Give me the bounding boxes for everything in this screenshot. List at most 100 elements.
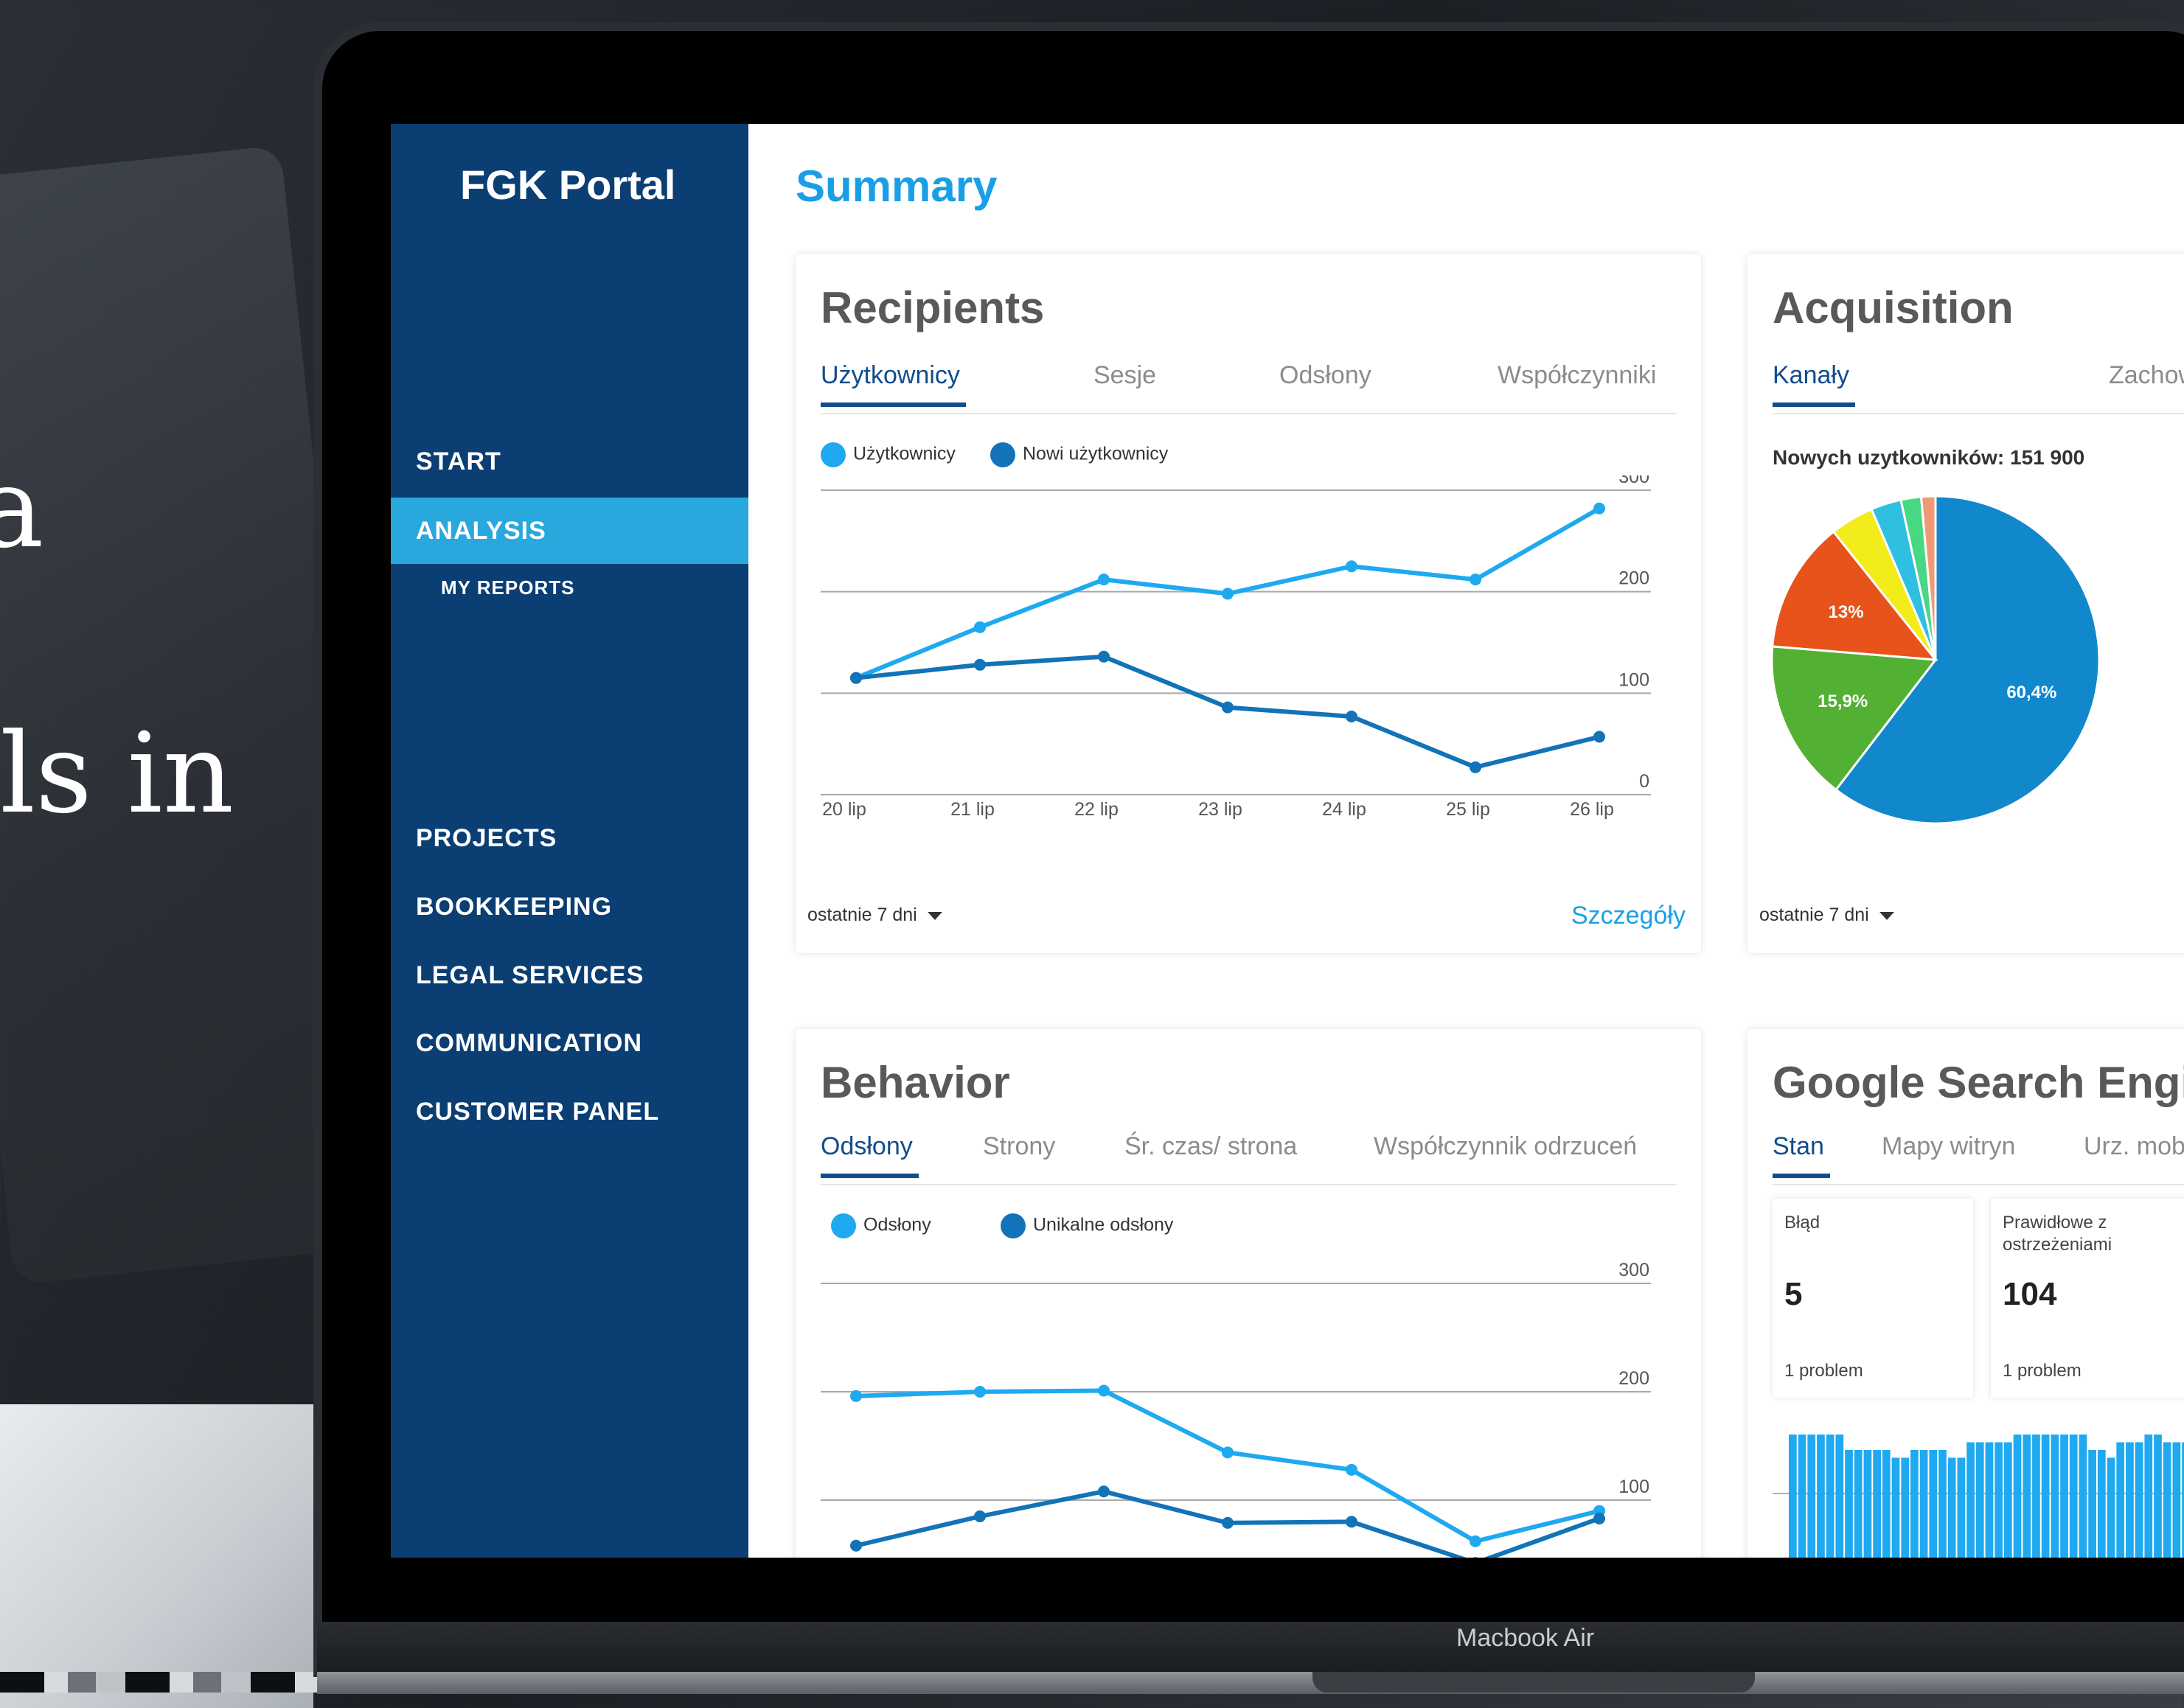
tab-stan[interactable]: Stan xyxy=(1773,1132,1830,1178)
data-point xyxy=(1472,1557,1478,1558)
legend-label: Nowi użytkownicy xyxy=(1023,443,1169,464)
metric-error[interactable]: Błąd 5 1 problem xyxy=(1773,1199,1973,1398)
pie-label: 60,4% xyxy=(2006,683,2056,703)
data-point xyxy=(1346,1516,1357,1528)
laptop-label: Macbook Air xyxy=(1456,1624,1595,1652)
recipients-period-select[interactable]: ostatnie 7 dni xyxy=(807,904,942,926)
bar xyxy=(2135,1442,2143,1558)
x-tick-label: 22 lip xyxy=(1074,799,1119,820)
tab-wspolczynniki[interactable]: Współczynniki xyxy=(1498,361,1656,390)
acquisition-card: Acquisition Kanały Zachow Nowych uzytkow… xyxy=(1747,254,2184,953)
pie-label: 15,9% xyxy=(1818,691,1868,711)
tab-strony[interactable]: Strony xyxy=(983,1132,1055,1161)
recipients-card: Recipients Użytkownicy Sesje Odsłony Wsp… xyxy=(796,254,1701,953)
app-screen: FGK Portal START ANALYSIS MY REPORTS PRO… xyxy=(391,124,2184,1558)
bar xyxy=(1929,1450,1938,1558)
bar xyxy=(2144,1435,2153,1558)
behavior-line-chart: 100 200 300 xyxy=(821,1260,1651,1558)
bar xyxy=(2154,1435,2162,1558)
sidebar-item-communication[interactable]: COMMUNICATION xyxy=(391,1010,748,1076)
tab-uzytkownicy[interactable]: Użytkownicy xyxy=(821,361,966,407)
bar xyxy=(2013,1435,2022,1558)
legend-item-nowi[interactable]: Nowi użytkownicy xyxy=(990,442,1168,467)
legend-item-unikalne[interactable]: Unikalne odsłony xyxy=(1001,1213,1173,1238)
brand-logo[interactable]: FGK Portal xyxy=(460,161,675,209)
tab-mapy-witryn[interactable]: Mapy witryn xyxy=(1882,1132,2015,1161)
bar xyxy=(1947,1457,1956,1558)
bar xyxy=(1957,1457,1966,1558)
data-point xyxy=(1222,588,1234,600)
tab-sesje[interactable]: Sesje xyxy=(1093,361,1156,390)
y-tick-label: 200 xyxy=(1618,1368,1649,1389)
legend-label: Odsłony xyxy=(863,1214,931,1235)
tab-wspolczynnik-odrzucen[interactable]: Współczynnik odrzuceń xyxy=(1374,1132,1637,1161)
y-tick-label: 100 xyxy=(1618,1477,1649,1497)
data-point xyxy=(974,621,986,633)
laptop-bezel-bottom xyxy=(317,1622,2184,1673)
bar xyxy=(2097,1450,2106,1558)
bar xyxy=(1891,1457,1900,1558)
legend-dot-icon xyxy=(821,442,846,467)
legend-dot-icon xyxy=(831,1213,856,1238)
recipients-details-link[interactable]: Szczegóły xyxy=(1571,902,1686,930)
x-tick-label: 25 lip xyxy=(1446,799,1490,820)
page-title: Summary xyxy=(796,161,998,211)
legend-dot-icon xyxy=(990,442,1015,467)
data-point xyxy=(1470,761,1481,773)
search-card: Google Search Engi Stan Mapy witryn Urz.… xyxy=(1747,1029,2184,1558)
tab-odslony[interactable]: Odsłony xyxy=(1279,361,1371,390)
sidebar-item-projects[interactable]: PROJECTS xyxy=(391,805,748,871)
data-point xyxy=(1222,1516,1234,1529)
data-point xyxy=(1098,650,1110,663)
tab-urz-mob[interactable]: Urz. mob xyxy=(2084,1132,2184,1161)
sidebar-item-bookkeeping[interactable]: BOOKKEEPING xyxy=(391,874,748,940)
y-tick-label: 200 xyxy=(1618,568,1649,589)
sidebar-item-legal-services[interactable]: LEGAL SERVICES xyxy=(391,942,748,1008)
sidebar-item-customer-panel[interactable]: CUSTOMER PANEL xyxy=(391,1078,748,1145)
data-point xyxy=(1098,1485,1110,1498)
search-title: Google Search Engi xyxy=(1773,1058,2184,1107)
y-tick-label: 300 xyxy=(1618,475,1649,487)
laptop-edge xyxy=(317,1672,2184,1694)
legend-item-uzytkownicy[interactable]: Użytkownicy xyxy=(821,442,956,467)
bar xyxy=(2079,1435,2087,1558)
data-point xyxy=(1593,502,1605,515)
data-point xyxy=(850,1539,862,1552)
bar xyxy=(2060,1435,2068,1558)
metric-warnings[interactable]: Prawidłowe z ostrzeżeniami 104 1 problem xyxy=(1991,1199,2184,1398)
acquisition-period-select[interactable]: ostatnie 7 dni xyxy=(1759,904,1894,926)
laptop-hinge xyxy=(1312,1672,1755,1693)
sidebar-item-my-reports[interactable]: MY REPORTS xyxy=(391,554,748,621)
recipients-line-chart: 0 100 200 300 20 lip 21 lip 22 lip 23 lip 24 lip… xyxy=(821,475,1651,820)
data-point xyxy=(1593,731,1605,743)
data-point xyxy=(974,1510,986,1523)
tab-kanaly[interactable]: Kanały xyxy=(1773,361,1855,407)
bar xyxy=(1882,1450,1891,1558)
legend-label: Użytkownicy xyxy=(853,443,956,464)
caret-down-icon xyxy=(1879,911,1894,920)
legend-item-odslony[interactable]: Odsłony xyxy=(831,1213,931,1238)
data-point xyxy=(1470,1535,1481,1547)
bar xyxy=(2023,1435,2031,1558)
tab-zachowanie[interactable]: Zachow xyxy=(2109,361,2184,390)
tab-sr-czas[interactable]: Śr. czas/ strona xyxy=(1124,1132,1297,1161)
bar xyxy=(2051,1435,2059,1558)
acquisition-tabs: Kanały Zachow xyxy=(1773,361,2184,414)
acquisition-title: Acquisition xyxy=(1773,283,2014,332)
bar xyxy=(1873,1450,1881,1558)
data-point xyxy=(974,658,986,671)
bar xyxy=(1854,1450,1863,1558)
bar xyxy=(2032,1435,2040,1558)
y-tick-label: 100 xyxy=(1618,669,1649,690)
background-headline-line1: a xyxy=(0,445,44,573)
bar xyxy=(1835,1435,1844,1558)
data-point xyxy=(1346,1463,1357,1476)
metric-label: Błąd xyxy=(1784,1213,1820,1233)
acquisition-pie-chart: 60,4% 15,9% 13% xyxy=(1770,495,2101,825)
data-point xyxy=(1098,1384,1110,1397)
data-point xyxy=(1346,560,1357,573)
background-strip xyxy=(0,1672,347,1693)
tab-odslony[interactable]: Odsłony xyxy=(821,1132,919,1178)
bar xyxy=(2172,1442,2181,1558)
sidebar-item-start[interactable]: START xyxy=(391,428,748,495)
